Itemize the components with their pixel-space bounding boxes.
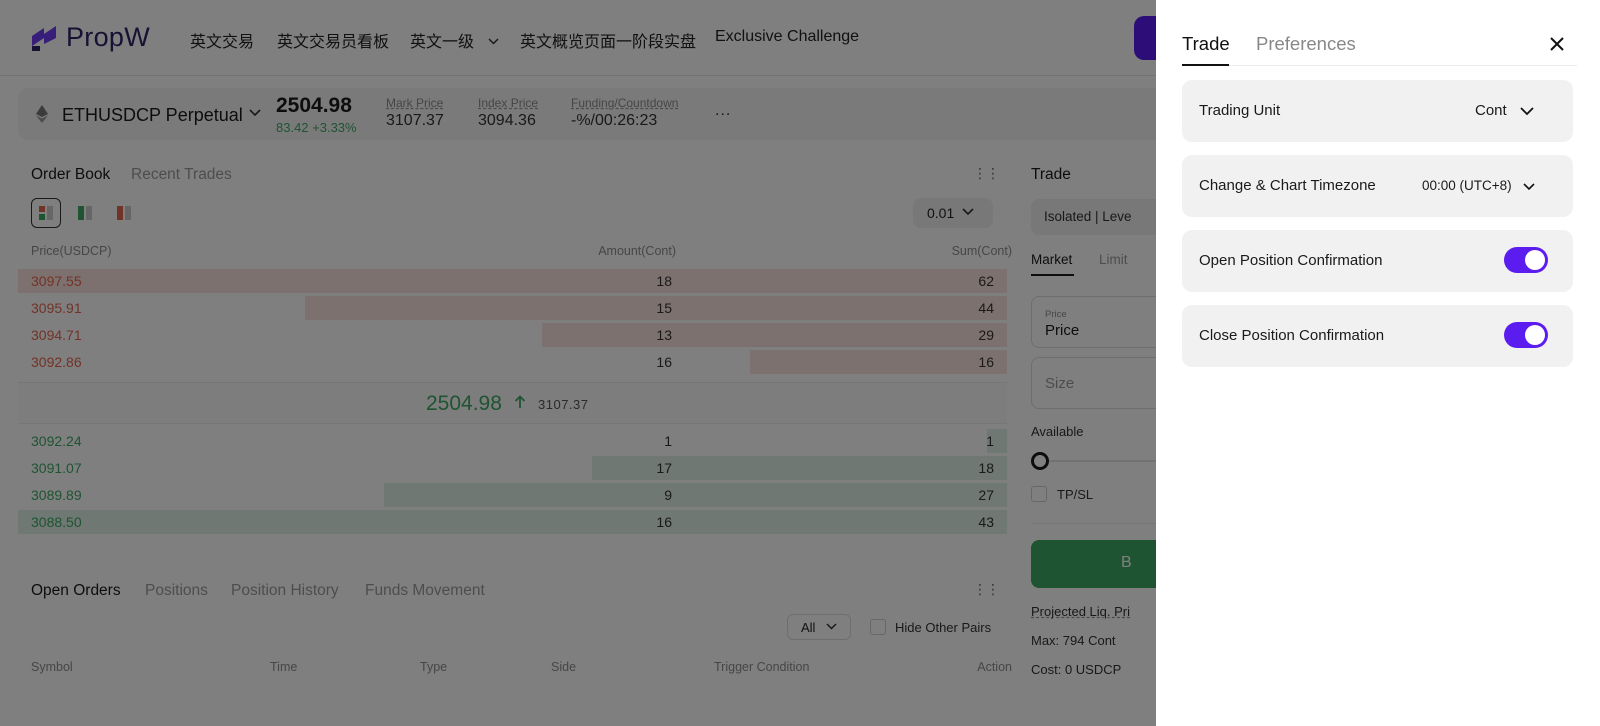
open-position-confirmation-label: Open Position Confirmation bbox=[1199, 252, 1383, 269]
toggle-knob bbox=[1525, 250, 1545, 270]
open-position-confirmation-toggle[interactable] bbox=[1504, 247, 1548, 273]
chevron-down-icon[interactable] bbox=[1523, 183, 1535, 191]
tab-divider bbox=[1182, 65, 1577, 66]
timezone-value[interactable]: 00:00 (UTC+8) bbox=[1422, 178, 1512, 193]
open-position-confirmation-setting: Open Position Confirmation bbox=[1182, 230, 1573, 292]
trading-unit-label: Trading Unit bbox=[1199, 102, 1281, 119]
timezone-label: Change & Chart Timezone bbox=[1199, 177, 1376, 194]
trading-unit-value[interactable]: Cont bbox=[1475, 102, 1507, 119]
active-tab-indicator bbox=[1182, 64, 1229, 66]
trading-unit-setting[interactable]: Trading Unit Cont bbox=[1182, 80, 1573, 142]
close-position-confirmation-setting: Close Position Confirmation bbox=[1182, 305, 1573, 367]
close-icon[interactable] bbox=[1550, 37, 1564, 51]
timezone-setting[interactable]: Change & Chart Timezone 00:00 (UTC+8) bbox=[1182, 155, 1573, 217]
tab-preferences[interactable]: Preferences bbox=[1256, 33, 1356, 55]
chevron-down-icon[interactable] bbox=[1520, 107, 1534, 116]
close-position-confirmation-toggle[interactable] bbox=[1504, 322, 1548, 348]
toggle-knob bbox=[1525, 325, 1545, 345]
tab-trade-settings[interactable]: Trade bbox=[1182, 33, 1230, 55]
settings-drawer: Trade Preferences Trading Unit Cont Chan… bbox=[1156, 0, 1600, 726]
close-position-confirmation-label: Close Position Confirmation bbox=[1199, 327, 1385, 344]
